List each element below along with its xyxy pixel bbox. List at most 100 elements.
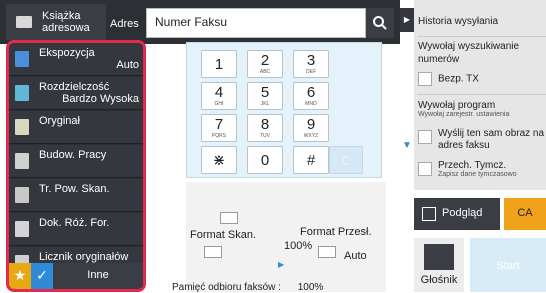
clear-all-button[interactable]: CA [504, 198, 546, 230]
key-1[interactable]: 1 [201, 50, 237, 78]
key-0[interactable]: 0 [247, 146, 283, 174]
setting-value: Auto [116, 59, 139, 71]
resend-item[interactable]: Wyślij ten sam obraz na adres faksu [418, 128, 546, 152]
key-letters: MNO [305, 101, 317, 107]
preview-icon [422, 207, 436, 221]
format-area: Format Skan. Format Przesł. 100% ▶ Auto [186, 182, 386, 292]
preview-button[interactable]: Podgląd [414, 198, 500, 230]
mixed-size-icon [15, 221, 29, 237]
setting-slow-scan[interactable]: Tr. Pow. Skan. [9, 179, 143, 212]
send-size-label[interactable]: Format Przesł. [300, 226, 372, 238]
key-digit: ⋇ [212, 152, 226, 169]
key-digit: 9 [306, 116, 316, 133]
setting-original[interactable]: Oryginał [9, 111, 143, 144]
key-pause[interactable]: ⋇ [201, 146, 237, 174]
setting-value: Bardzo Wysoka [62, 93, 139, 105]
fax-number-input[interactable]: Numer Faksu [146, 8, 366, 38]
slow-scan-icon [15, 187, 29, 203]
original-icon [15, 119, 29, 135]
search-button[interactable] [366, 8, 394, 38]
setting-label: Dok. Róż. For. [39, 217, 110, 229]
setting-label: Budow. Pracy [39, 149, 107, 161]
key-2[interactable]: 2 ABC [247, 50, 283, 78]
key-letters: DEF [306, 69, 316, 75]
start-button[interactable]: Start [470, 238, 546, 292]
call-program-item[interactable]: Wywołaj program Wywołaj zarejestr. ustaw… [418, 100, 546, 118]
key-4[interactable]: 4 GHI [201, 82, 237, 110]
arrow-right-icon: ▶ [278, 260, 285, 269]
send-doc-icon [318, 246, 336, 258]
key-digit: 7 [214, 116, 224, 133]
temp-storage-item[interactable]: Przech. Tymcz. Zapisz dane tymczasowo [418, 160, 546, 178]
key-5[interactable]: 5 JKL [247, 82, 283, 110]
ratio-value: 100% [284, 240, 313, 252]
divider [418, 94, 546, 95]
settings-panel: Ekspozycja Auto Rozdzielczość Bardzo Wys… [6, 40, 146, 292]
key-6[interactable]: 6 MNO [293, 82, 329, 110]
clear-key[interactable]: C [329, 146, 363, 174]
number-search-item[interactable]: Wywołaj wyszukiwanie numerów [418, 40, 546, 66]
preview-label: Podgląd [442, 207, 483, 219]
setting-resolution[interactable]: Rozdzielczość Bardzo Wysoka [9, 77, 143, 110]
exposure-icon [15, 51, 29, 67]
key-hash[interactable]: # [293, 146, 329, 174]
secure-tx-label: Bezp. TX [438, 73, 479, 85]
scan-size-label[interactable]: Format Skan. [190, 229, 256, 241]
key-digit: # [306, 152, 316, 169]
temp-storage-sublabel: Zapisz dane tymczasowo [438, 171, 517, 178]
key-letters: PQRS [211, 133, 227, 139]
secure-tx-item[interactable]: Bezp. TX [418, 72, 546, 86]
key-letters: GHI [214, 101, 224, 107]
speaker-button[interactable]: Głośnik [414, 238, 464, 292]
other-button[interactable]: Inne [53, 263, 143, 289]
setting-label: Ekspozycja [39, 47, 95, 59]
scroll-down-icon[interactable]: ▼ [400, 140, 414, 154]
check-icon: ✓ [36, 267, 48, 283]
send-size-value: Auto [344, 250, 367, 262]
key-digit: 3 [306, 52, 316, 69]
checkbox[interactable] [418, 162, 432, 176]
key-letters: WXYZ [303, 133, 319, 139]
favorite-button[interactable]: ★ [9, 263, 31, 289]
memory-value: 100% [297, 282, 324, 293]
setting-label: Licznik oryginałów [39, 251, 129, 263]
search-icon [373, 16, 387, 30]
key-digit: 8 [260, 116, 270, 133]
key-digit: 0 [260, 152, 270, 169]
key-digit: 5 [260, 84, 270, 101]
resend-label: Wyślij ten sam obraz na adres faksu [438, 128, 545, 151]
setting-label: Tr. Pow. Skan. [39, 183, 110, 195]
key-3[interactable]: 3 DEF [293, 50, 329, 78]
original-doc-icon [204, 246, 222, 258]
key-letters: JKL [260, 101, 270, 107]
key-letters: ABC [259, 69, 271, 75]
key-7[interactable]: 7 PQRS [201, 114, 237, 142]
divider [418, 36, 546, 37]
check-button[interactable]: ✓ [31, 263, 53, 289]
checkbox[interactable] [418, 130, 432, 144]
address-label: Adres [110, 18, 139, 30]
address-book-label: Książka adresowa [42, 10, 90, 34]
clear-label: C [341, 154, 351, 168]
checkbox[interactable] [418, 72, 432, 86]
memory-label: Pamięć odbioru faksów : [172, 282, 281, 293]
address-book-button[interactable]: Książka adresowa [6, 4, 106, 40]
keypad: 1 2 ABC 3 DEF 4 GHI 5 JKL 6 MNO 7 PQRS 8 TUV 9W… [186, 42, 382, 178]
key-9[interactable]: 9 WXYZ [293, 114, 329, 142]
key-digit: 4 [214, 84, 224, 101]
memory-status: Pamięć odbioru faksów : 100% [172, 282, 323, 293]
key-letters: TUV [260, 133, 270, 139]
speaker-label: Głośnik [420, 274, 458, 286]
temp-storage-label: Przech. Tymcz. [438, 160, 507, 171]
setting-exposure[interactable]: Ekspozycja Auto [9, 43, 143, 76]
settings-footer: ★ ✓ Inne [9, 263, 143, 289]
setting-mixed-size[interactable]: Dok. Róż. For. [9, 213, 143, 246]
call-program-label: Wywołaj program [418, 100, 496, 111]
resolution-icon [15, 85, 29, 101]
send-history-item[interactable]: Historia wysyłania [418, 16, 546, 27]
call-program-sublabel: Wywołaj zarejestr. ustawienia [418, 111, 510, 118]
panel-toggle-button[interactable]: ▶ [400, 8, 414, 32]
setting-job-build[interactable]: Budow. Pracy [9, 145, 143, 178]
start-label: Start [496, 260, 520, 272]
key-8[interactable]: 8 TUV [247, 114, 283, 142]
